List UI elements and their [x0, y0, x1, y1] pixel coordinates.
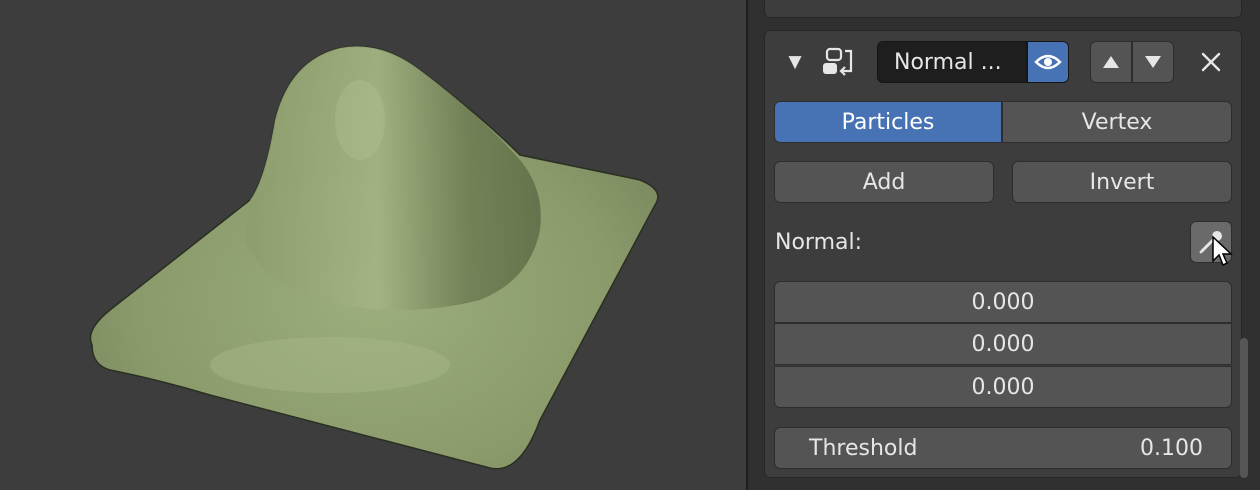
- close-icon: [1201, 52, 1221, 72]
- collapse-toggle[interactable]: ▼: [785, 49, 805, 75]
- triangle-down-icon: ▼: [788, 52, 802, 72]
- normal-edit-modifier-icon: [821, 45, 857, 79]
- mouse-cursor-icon: [1211, 235, 1233, 269]
- properties-editor: ▼ Normal ... Particles Vertex Add Invert…: [748, 0, 1260, 490]
- tab-particles[interactable]: Particles: [774, 101, 1002, 143]
- normal-y-field[interactable]: 0.000: [774, 323, 1232, 365]
- threshold-field[interactable]: Threshold 0.100: [774, 427, 1232, 469]
- normal-z-field[interactable]: 0.000: [774, 366, 1232, 408]
- invert-button[interactable]: Invert: [1012, 161, 1232, 203]
- tab-vertex[interactable]: Vertex: [1002, 101, 1232, 143]
- move-down-button[interactable]: [1132, 41, 1174, 83]
- eye-icon: [1034, 54, 1062, 70]
- add-button[interactable]: Add: [774, 161, 994, 203]
- modifier-name-text: Normal ...: [894, 49, 1002, 75]
- modifier-name-field[interactable]: Normal ...: [877, 41, 1027, 83]
- normal-edit-modifier-panel: ▼ Normal ... Particles Vertex Add Invert…: [764, 30, 1242, 478]
- normal-x-field[interactable]: 0.000: [774, 281, 1232, 323]
- threshold-value: 0.100: [1140, 435, 1203, 461]
- threshold-label: Threshold: [809, 435, 918, 461]
- normal-label: Normal:: [775, 229, 863, 255]
- 3d-viewport[interactable]: [0, 0, 746, 490]
- scrollbar[interactable]: [1240, 338, 1248, 478]
- terrain-mesh: [89, 45, 659, 470]
- triangle-down-icon: [1145, 56, 1161, 68]
- triangle-up-icon: [1103, 56, 1119, 68]
- previous-modifier-panel: [764, 0, 1242, 18]
- viewport-visibility-toggle[interactable]: [1027, 41, 1069, 83]
- remove-modifier-button[interactable]: [1193, 45, 1229, 79]
- move-up-button[interactable]: [1090, 41, 1132, 83]
